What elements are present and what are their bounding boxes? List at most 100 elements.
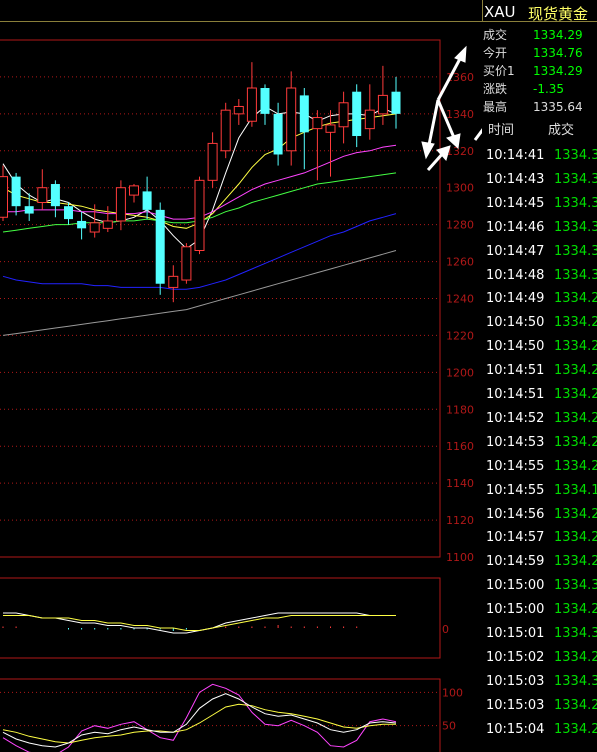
trade-row[interactable]: 10:14:51 1334.29 [486,383,597,407]
trade-row[interactable]: 10:14:53 1334.25 [486,431,597,455]
trade-time: 10:14:50 [486,339,545,355]
trade-time: 10:14:56 [486,506,545,522]
trade-row[interactable]: 10:15:03 1334.27 [486,694,597,718]
price-gridlines [0,76,440,558]
quote-value: 1334.29 [533,28,583,42]
price-tick-label: 1180 [446,403,474,416]
price-tick-label: 1160 [446,440,474,453]
candle-body-up [89,222,100,233]
trade-price: 1334.27 [554,506,597,522]
kdj-d-line [2,703,396,744]
trade-time: 10:14:43 [486,171,545,187]
trade-time: 10:14:52 [486,410,545,426]
quote-row-bid: 买价1 1334.29 [483,62,597,80]
trade-row[interactable]: 10:15:00 1334.28 [486,598,597,622]
symbol-code: XAU [484,3,516,21]
trade-price: 1334.29 [554,649,597,665]
trade-time: 10:14:48 [486,267,545,283]
kdj-j-line [2,683,397,752]
trade-time: 10:14:57 [486,530,545,546]
price-tick-label: 1220 [446,329,474,342]
trade-time: 10:15:03 [486,697,545,713]
trades-header-time: 时间 [488,123,515,138]
candle-body-up [194,179,205,251]
candle-body-up [181,246,192,281]
trade-row[interactable]: 10:14:51 1334.28 [486,359,597,383]
trade-time: 10:14:49 [486,291,545,307]
trade-time: 10:14:50 [486,315,545,331]
candle-body-down [273,113,283,155]
trade-time: 10:14:55 [486,458,545,474]
trade-price: 1334.24 [554,339,597,355]
candle-body-down [77,220,87,229]
trade-row[interactable]: 10:14:52 1334.23 [486,407,597,431]
macd-dea-line [3,615,396,631]
candle-body-down [64,206,73,220]
trade-price: 1334.30 [554,626,597,641]
trade-row[interactable]: 10:14:46 1334.36 [486,216,597,240]
trade-time: 10:15:00 [486,578,545,594]
trade-price: 1334.36 [554,148,597,163]
trade-price: 1334.10 [554,482,597,498]
trade-row[interactable]: 10:14:45 1334.35 [486,192,597,216]
kdj-panel-frame [0,678,441,752]
trade-price: 1334.32 [554,267,597,283]
candle-body-up [37,187,48,203]
trade-row[interactable]: 10:14:43 1334.39 [486,168,597,192]
trade-row[interactable]: 10:14:49 1334.23 [486,287,597,311]
price-axis: 1360134013201300128012601240122012001180… [446,71,474,564]
quote-row-open: 今开 1334.76 [483,44,597,62]
price-tick-label: 1280 [446,219,474,232]
trade-row[interactable]: 10:14:48 1334.32 [486,264,597,288]
quote-label: 成交 [483,28,508,42]
trade-row[interactable]: 10:15:04 1334.29 [486,718,597,742]
trade-price: 1334.23 [554,410,597,426]
trade-time: 10:14:51 [486,363,545,379]
trade-price: 1334.23 [554,291,597,307]
candle-body-up [233,105,244,115]
quote-label: 买价1 [483,64,515,78]
candle-body-up [129,185,139,196]
trade-row[interactable]: 10:15:01 1334.30 [486,622,597,646]
ma-line-ma6 [2,250,397,336]
trade-row[interactable]: 10:15:02 1334.29 [486,646,597,670]
quote-row-high: 最高 1335.64 [483,98,597,116]
candle-body-up [338,102,349,128]
trade-row[interactable]: 10:14:57 1334.25 [486,526,597,550]
trade-row[interactable]: 10:14:50 1334.24 [486,335,597,359]
macd-zero-label: 0 [442,623,449,636]
price-chart[interactable]: 1360134013201300128012601240122012001180… [0,0,482,752]
trade-price: 1334.35 [554,195,597,211]
trade-row[interactable]: 10:15:03 1334.31 [486,670,597,694]
quote-value: 1334.29 [533,64,583,78]
trade-price: 1334.29 [554,554,597,570]
candle-body-down [299,95,309,133]
trade-row[interactable]: 10:14:41 1334.36 [486,144,597,168]
candle-body-down [155,209,165,284]
trade-row[interactable]: 10:14:55 1334.29 [486,455,597,479]
candle-body-down [260,88,270,114]
kdj-tick-label: 100 [442,686,463,699]
trade-time: 10:14:47 [486,243,545,259]
trade-time: 10:14:51 [486,387,545,402]
trades-header-price: 成交 [548,123,575,138]
trade-row[interactable]: 10:14:59 1334.29 [486,550,597,574]
quote-value: 1334.76 [533,46,583,60]
trade-row[interactable]: 10:14:50 1334.28 [486,311,597,335]
quote-label: 最高 [483,100,508,114]
price-tick-label: 1120 [446,514,474,527]
candle-body-up [207,142,218,181]
candle-body-up [0,176,8,218]
quote-panel: XAU 现货黄金 成交 1334.29 今开 1334.76 买价1 1334.… [482,0,597,752]
trade-row[interactable]: 10:15:00 1334.30 [486,574,597,598]
price-tick-label: 1200 [446,366,474,379]
trade-time: 10:15:02 [486,649,545,665]
trade-row[interactable]: 10:14:47 1334.34 [486,240,597,264]
trade-price: 1334.25 [554,530,597,546]
price-tick-label: 1140 [446,477,474,490]
trade-time: 10:14:46 [486,219,545,235]
trade-row[interactable]: 10:14:55 1334.10 [486,479,597,503]
price-tick-label: 1260 [446,256,474,269]
candle-body-up [286,87,297,152]
trade-row[interactable]: 10:14:56 1334.27 [486,503,597,527]
